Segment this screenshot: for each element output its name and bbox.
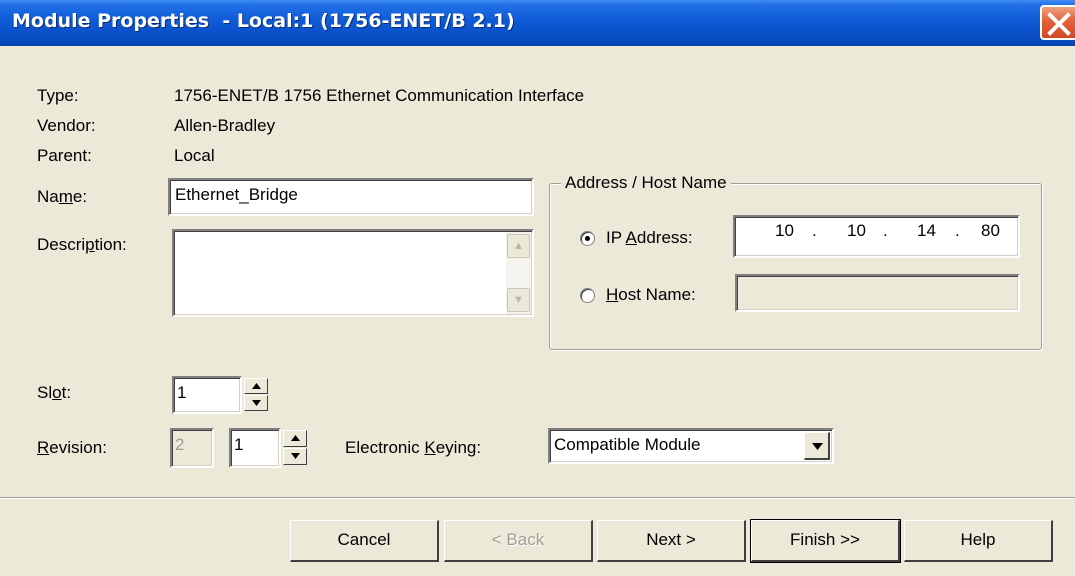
electronic-keying-select[interactable]: Compatible Module — [548, 428, 834, 464]
address-groupbox — [549, 183, 1042, 350]
description-scrollbar[interactable]: ▲ ▼ — [506, 232, 531, 314]
host-name-input[interactable] — [735, 274, 1020, 312]
ip-octet-4[interactable]: 80 — [981, 221, 1000, 241]
chevron-down-icon — [812, 443, 823, 450]
type-label: Type: — [37, 86, 79, 105]
revision-spin-down[interactable] — [283, 448, 307, 465]
revision-minor-value: 1 — [234, 435, 244, 454]
revision-label: Revision: — [37, 438, 107, 457]
host-name-label: Host Name: — [606, 285, 696, 304]
address-group-title: Address / Host Name — [561, 173, 731, 193]
close-button[interactable] — [1040, 5, 1075, 40]
revision-major-value: 2 — [175, 435, 185, 454]
slot-label: Slot: — [37, 383, 72, 402]
name-input-value: Ethernet_Bridge — [175, 185, 298, 204]
ip-address-input[interactable]: 10 . 10 . 14 . 80 — [733, 215, 1020, 258]
back-button[interactable]: < Back — [444, 520, 593, 562]
parent-label: Parent: — [37, 146, 92, 165]
description-label: Description: — [37, 235, 127, 254]
slot-value: 1 — [177, 383, 187, 402]
slot-spinner[interactable] — [244, 378, 268, 412]
ip-octet-2[interactable]: 10 — [847, 221, 866, 241]
revision-spinner[interactable] — [283, 430, 307, 466]
revision-major-input: 2 — [170, 428, 214, 468]
next-button[interactable]: Next > — [597, 520, 746, 562]
vendor-label: Vendor: — [37, 116, 96, 135]
slot-spin-down[interactable] — [244, 395, 268, 411]
title-bar[interactable]: Module Properties - Local:1 (1756-ENET/B… — [0, 0, 1075, 46]
module-properties-dialog: Module Properties - Local:1 (1756-ENET/B… — [0, 0, 1075, 576]
name-input[interactable]: Ethernet_Bridge — [168, 178, 534, 216]
revision-minor-input[interactable]: 1 — [229, 428, 281, 468]
parent-value: Local — [174, 146, 215, 165]
ip-octet-3[interactable]: 14 — [917, 221, 936, 241]
cancel-button[interactable]: Cancel — [290, 520, 439, 562]
ip-address-label: IP Address: — [606, 228, 693, 247]
radio-selected-dot — [585, 236, 590, 241]
scroll-up-arrow-icon[interactable]: ▲ — [507, 234, 530, 258]
window-title: Module Properties - Local:1 (1756-ENET/B… — [12, 10, 515, 32]
arrow-down-icon — [291, 453, 300, 459]
name-label: Name: — [37, 187, 88, 206]
type-value: 1756-ENET/B 1756 Ethernet Communication … — [174, 86, 585, 105]
description-textarea[interactable]: ▲ ▼ — [172, 229, 534, 317]
arrow-up-icon — [252, 383, 261, 389]
arrow-down-icon — [252, 400, 261, 406]
electronic-keying-label: Electronic Keying: — [345, 438, 482, 457]
finish-button[interactable]: Finish >> — [750, 519, 901, 563]
ip-octet-1[interactable]: 10 — [775, 221, 794, 241]
ip-address-radio[interactable] — [580, 231, 595, 246]
slot-input[interactable]: 1 — [172, 376, 242, 414]
slot-spin-up[interactable] — [244, 378, 268, 394]
help-button[interactable]: Help — [904, 520, 1053, 562]
host-name-radio[interactable] — [580, 288, 595, 303]
close-x-icon — [1047, 12, 1071, 36]
electronic-keying-value: Compatible Module — [554, 435, 701, 454]
scroll-down-arrow-icon[interactable]: ▼ — [507, 288, 530, 312]
vendor-value: Allen-Bradley — [174, 116, 276, 135]
button-separator — [0, 497, 1075, 499]
arrow-up-icon — [291, 435, 300, 441]
revision-spin-up[interactable] — [283, 430, 307, 447]
electronic-keying-dropdown-button[interactable] — [804, 432, 830, 460]
